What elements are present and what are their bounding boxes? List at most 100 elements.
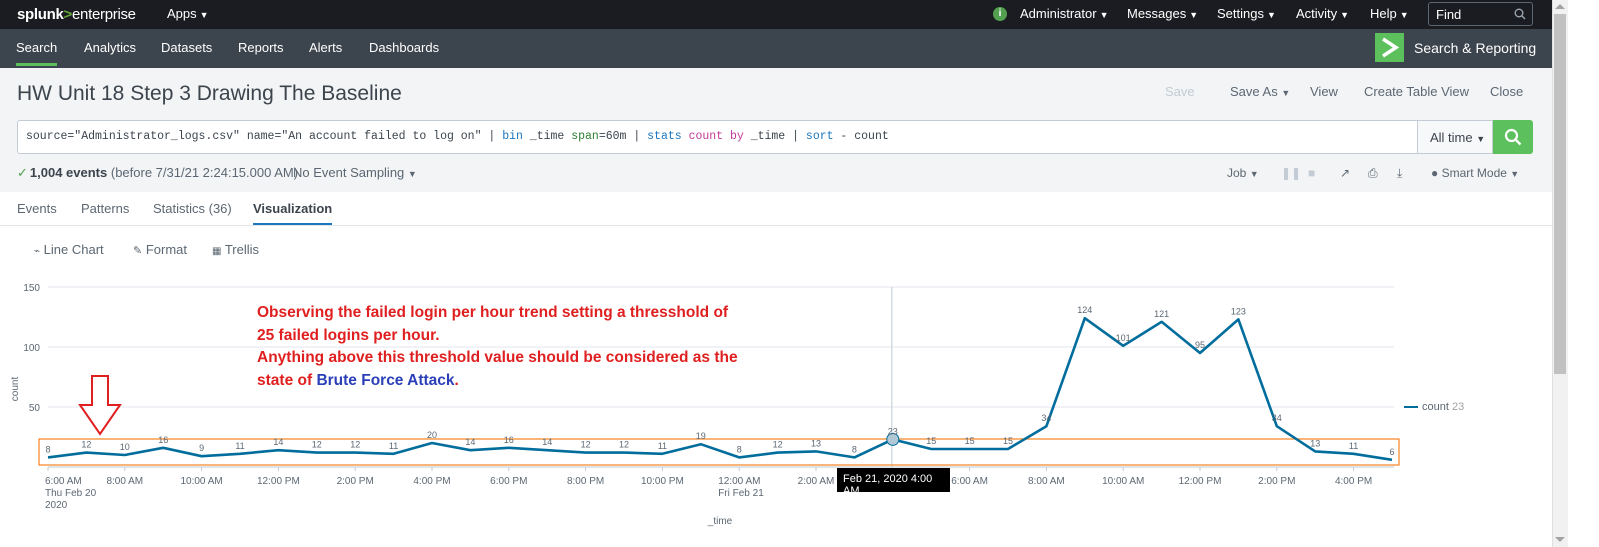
scroll-up-icon[interactable] — [1555, 4, 1565, 9]
x-tick-label: 4:00 PM — [1335, 476, 1372, 487]
messages-menu[interactable]: Messages ▼ — [1127, 6, 1198, 21]
print-icon[interactable]: ⎙ — [1368, 166, 1378, 181]
annotation-highlight: Brute Force Attack — [316, 371, 455, 389]
time-range-picker[interactable]: All time ▼ — [1418, 120, 1493, 154]
x-tick-sublabel: Thu Feb 20 — [45, 488, 97, 499]
data-label: 12 — [619, 440, 629, 450]
administrator-menu[interactable]: Administrator ▼ — [1020, 6, 1109, 21]
chevron-down-icon: ▼ — [1099, 10, 1109, 20]
job-menu[interactable]: Job ▼ — [1227, 166, 1259, 180]
app-logo-icon[interactable] — [1375, 33, 1404, 62]
nav-analytics[interactable]: Analytics — [84, 40, 136, 55]
tab-patterns[interactable]: Patterns — [81, 201, 129, 216]
format-menu[interactable]: ✎ Format — [133, 242, 187, 257]
data-label: 123 — [1231, 306, 1246, 316]
data-label: 124 — [1077, 305, 1092, 315]
chart-type-menu[interactable]: ⌁ Line Chart — [34, 242, 104, 257]
trellis-label: Trellis — [224, 242, 260, 257]
data-label: 12 — [581, 440, 591, 450]
data-label: 16 — [504, 435, 514, 445]
nav-datasets[interactable]: Datasets — [161, 40, 212, 55]
chevron-down-icon: ▼ — [1476, 134, 1486, 144]
data-label: 13 — [811, 438, 821, 448]
info-status-icon[interactable]: i — [993, 7, 1007, 21]
search-query-text: source="Administrator_logs.csv" name="An… — [26, 130, 889, 143]
events-count-value: 1,004 events — [29, 165, 108, 180]
stop-icon[interactable]: ■ — [1308, 166, 1315, 180]
x-tick-sublabel: Fri Feb 21 — [718, 488, 764, 499]
legend-series-name: count — [1422, 401, 1449, 413]
search-icon[interactable] — [1514, 8, 1526, 20]
legend-swatch — [1404, 406, 1418, 409]
nav-reports[interactable]: Reports — [238, 40, 284, 55]
arrow-down-icon — [78, 375, 122, 436]
events-count-suffix: (before 7/31/21 2:24:15.000 AM) — [110, 165, 299, 180]
settings-menu[interactable]: Settings ▼ — [1217, 6, 1276, 21]
view-button[interactable]: View — [1310, 84, 1338, 99]
trellis-menu[interactable]: ▦ Trellis — [212, 242, 259, 257]
query-segment: _time | — [743, 130, 806, 143]
nav-alerts[interactable]: Alerts — [309, 40, 342, 55]
data-label: 11 — [235, 441, 244, 451]
data-label: 11 — [389, 441, 398, 451]
export-icon[interactable]: ⤓ — [1397, 166, 1402, 181]
splunk-logo[interactable]: splunk>enterprise — [17, 6, 136, 23]
messages-menu-label: Messages — [1127, 6, 1187, 21]
tab-visualization[interactable]: Visualization — [253, 201, 333, 225]
find-box — [1428, 2, 1533, 26]
query-command: stats — [647, 130, 682, 143]
x-tick-label: 6:00 PM — [490, 476, 527, 487]
y-tick-label: 150 — [23, 283, 40, 294]
save-button[interactable]: Save — [1165, 84, 1195, 99]
x-tick-label: 2:00 PM — [1258, 476, 1295, 487]
x-tick-label: 12:00 PM — [257, 476, 300, 487]
save-as-button[interactable]: Save As ▼ — [1230, 84, 1290, 99]
apps-menu[interactable]: Apps ▼ — [167, 6, 209, 21]
search-button[interactable] — [1493, 120, 1533, 154]
share-icon[interactable]: ↗ — [1340, 166, 1350, 180]
search-query-input[interactable]: source="Administrator_logs.csv" name="An… — [17, 120, 1418, 154]
tab-events[interactable]: Events — [17, 201, 57, 216]
event-sampling-label: No Event Sampling — [293, 165, 405, 180]
create-table-view-button[interactable]: Create Table View — [1364, 84, 1469, 99]
data-label: 15 — [965, 436, 975, 446]
scrollbar-thumb[interactable] — [1554, 14, 1566, 374]
logo-product: enterprise — [72, 6, 136, 23]
annotation-prefix: state of — [257, 371, 317, 389]
top-bar: splunk>enterprise Apps ▼ i Administrator ▼… — [0, 0, 1552, 29]
scroll-down-icon[interactable] — [1555, 537, 1565, 542]
chevron-down-icon: ▼ — [407, 169, 417, 179]
x-tick-label: 2:00 PM — [337, 476, 374, 487]
logo-brand: splunk — [17, 6, 64, 23]
x-tick-label: 8:00 AM — [106, 476, 143, 487]
x-axis-title: _time — [707, 516, 733, 527]
close-button[interactable]: Close — [1490, 84, 1523, 99]
events-count: ✓ 1,004 events (before 7/31/21 2:24:15.00… — [17, 165, 298, 181]
query-segment — [682, 130, 689, 143]
data-label: 34 — [1041, 413, 1051, 423]
search-mode-menu[interactable]: ● Smart Mode ▼ — [1431, 166, 1519, 180]
tab-statistics[interactable]: Statistics (36) — [153, 201, 232, 216]
chart-legend[interactable]: count 23 — [1404, 401, 1464, 413]
app-name[interactable]: Search & Reporting — [1414, 40, 1536, 56]
data-label: 12 — [312, 440, 322, 450]
format-label: Format — [145, 242, 188, 257]
x-tick-label: 8:00 PM — [567, 476, 604, 487]
results-tabs: Events Patterns Statistics (36) Visualiz… — [0, 192, 1552, 226]
pause-icon[interactable]: ❚❚ — [1281, 166, 1301, 180]
annotation-suffix: . — [454, 371, 459, 389]
event-sampling-dropdown[interactable]: No Event Sampling ▼ — [293, 165, 417, 180]
activity-menu[interactable]: Activity ▼ — [1296, 6, 1349, 21]
x-tick-label: 10:00 AM — [1102, 476, 1144, 487]
x-tick-label: 10:00 PM — [641, 476, 684, 487]
data-label: 19 — [696, 431, 706, 441]
checkmark-icon: ✓ — [17, 165, 28, 180]
logo-chevron: > — [63, 6, 73, 23]
find-input[interactable] — [1436, 6, 1516, 22]
nav-dashboards[interactable]: Dashboards — [369, 40, 439, 55]
y-tick-label: 50 — [29, 403, 41, 414]
apps-menu-label: Apps — [167, 6, 197, 21]
chevron-down-icon: ▼ — [1510, 169, 1520, 179]
nav-search[interactable]: Search — [16, 40, 58, 66]
help-menu[interactable]: Help ▼ — [1370, 6, 1409, 21]
